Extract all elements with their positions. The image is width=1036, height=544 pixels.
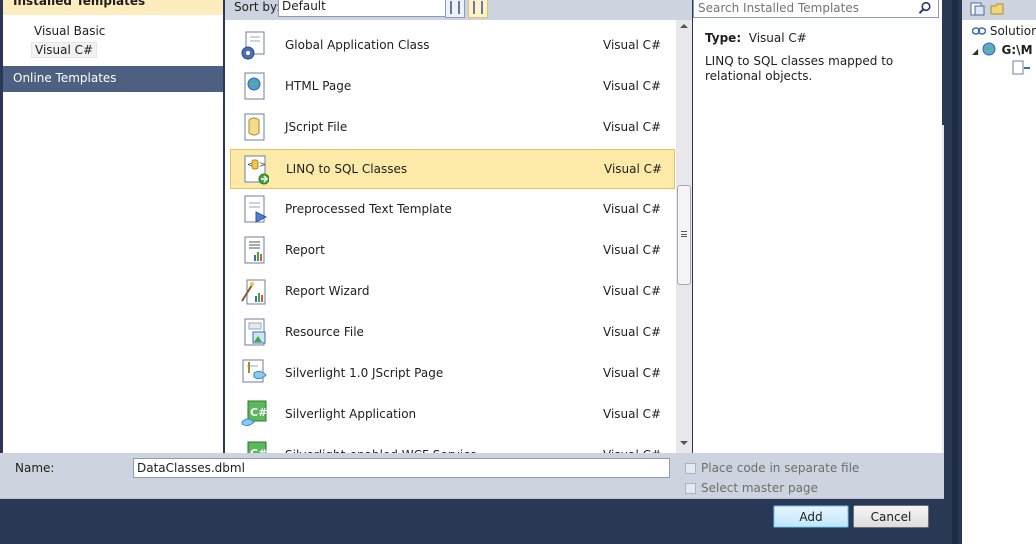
- template-language: Visual C#: [603, 202, 662, 216]
- bottom-area: Name: Place code in separate file Select…: [0, 453, 944, 544]
- tree-item-visual-csharp[interactable]: Visual C#: [31, 42, 98, 58]
- template-name: Report Wizard: [285, 284, 370, 298]
- tree-item-visual-basic[interactable]: Visual Basic: [31, 24, 108, 38]
- template-row[interactable]: Silverlight 1.0 JScript Page Visual C#: [230, 354, 675, 394]
- online-templates-label: Online Templates: [13, 71, 117, 85]
- template-list-panel: Sort by: Default Global Application Clas…: [225, 0, 692, 453]
- template-row[interactable]: Global Application Class Visual C#: [230, 26, 675, 66]
- template-row[interactable]: JScript File Visual C#: [230, 108, 675, 148]
- template-list: Global Application Class Visual C# HTML Pa…: [225, 20, 675, 453]
- search-icon[interactable]: [918, 1, 932, 15]
- svg-text:C#: C#: [250, 406, 267, 419]
- template-language: Visual C#: [603, 407, 662, 421]
- solution-icon: [971, 27, 987, 35]
- template-language: Visual C#: [603, 38, 662, 52]
- add-new-item-dialog: Installed Templates Visual Basic Visual …: [0, 0, 944, 544]
- select-master-label: Select master page: [701, 481, 818, 495]
- resource-file-icon: [244, 318, 266, 346]
- template-row[interactable]: HTML Page Visual C#: [230, 67, 675, 107]
- silverlight-wcf-icon: C#: [247, 441, 267, 453]
- template-language: Visual C#: [604, 162, 663, 176]
- splitter-bar: [952, 0, 958, 544]
- solution-explorer-panel: Solution ◢ G:\M: [962, 0, 1036, 544]
- template-name: Preprocessed Text Template: [285, 202, 452, 216]
- sort-by-label: Sort by:: [234, 0, 281, 14]
- template-row[interactable]: < > LINQ to SQL Classes Visual C#: [230, 149, 675, 189]
- search-box[interactable]: [693, 0, 939, 18]
- template-type-line: Type: Visual C#: [705, 31, 807, 45]
- details-view-button[interactable]: [468, 0, 488, 18]
- dialog-footer: Add Cancel: [0, 499, 944, 544]
- template-row[interactable]: C# Silverlight Application Visual C#: [230, 395, 675, 435]
- template-name: Report: [285, 243, 325, 257]
- scroll-down-arrow-icon[interactable]: [680, 441, 688, 445]
- template-row[interactable]: Report Wizard Visual C#: [230, 272, 675, 312]
- template-details-panel: Type: Visual C# LINQ to SQL classes mapp…: [693, 0, 942, 453]
- project-label: G:\M: [1001, 43, 1033, 57]
- name-input[interactable]: [133, 458, 670, 478]
- name-label: Name:: [15, 461, 55, 475]
- template-description: LINQ to SQL classes mapped to relational…: [705, 54, 894, 83]
- list-view-icon: [450, 1, 460, 14]
- template-language: Visual C#: [603, 243, 662, 257]
- type-label: Type:: [705, 31, 742, 45]
- installed-templates-header[interactable]: Installed Templates: [3, 0, 223, 15]
- solution-explorer-toolbar: [962, 0, 1036, 20]
- silverlight-jscript-icon: [242, 359, 267, 383]
- show-all-files-icon[interactable]: [990, 2, 1005, 16]
- online-templates-header[interactable]: Online Templates: [3, 66, 223, 92]
- expand-arrow-icon[interactable]: ◢: [972, 47, 978, 56]
- place-code-label: Place code in separate file: [701, 461, 860, 475]
- linq-sql-icon: < >: [244, 155, 269, 185]
- sort-by-select[interactable]: Default: [278, 0, 464, 17]
- template-categories-panel: Installed Templates Visual Basic Visual …: [3, 0, 223, 453]
- global-app-icon: [241, 31, 265, 60]
- details-view-icon: [473, 1, 483, 14]
- report-icon: [244, 236, 265, 264]
- sort-bar: Sort by: Default: [225, 0, 692, 20]
- text-template-icon: [244, 195, 268, 223]
- template-row[interactable]: C#Silverlight-enabled WCF ServiceVisual …: [230, 436, 675, 453]
- file-node-icon[interactable]: [1012, 60, 1032, 76]
- select-master-checkbox[interactable]: [685, 483, 696, 494]
- jscript-icon: [244, 113, 265, 141]
- template-name: Silverlight Application: [285, 407, 417, 421]
- solution-node[interactable]: Solution: [971, 24, 1036, 38]
- place-code-checkbox[interactable]: [685, 463, 696, 474]
- list-view-button[interactable]: [445, 0, 465, 18]
- website-project-icon: [982, 42, 996, 56]
- template-language: Visual C#: [603, 366, 662, 380]
- template-name: Silverlight 1.0 JScript Page: [285, 366, 444, 380]
- scroll-up-arrow-icon[interactable]: [680, 24, 688, 28]
- report-wizard-icon: [241, 279, 266, 305]
- solution-label: Solution: [989, 24, 1036, 38]
- add-button[interactable]: Add: [773, 505, 849, 528]
- template-name: Global Application Class: [285, 38, 430, 52]
- silverlight-app-icon: C#: [241, 400, 267, 427]
- window-splitter[interactable]: [944, 0, 962, 544]
- sort-by-value: Default: [282, 0, 326, 13]
- template-row[interactable]: Resource File Visual C#: [230, 313, 675, 353]
- template-row[interactable]: Preprocessed Text Template Visual C#: [230, 190, 675, 230]
- template-name: LINQ to SQL Classes: [286, 162, 408, 176]
- installed-templates-label: Installed Templates: [13, 0, 146, 8]
- project-node[interactable]: ◢ G:\M: [972, 42, 1033, 57]
- svg-text:>: >: [259, 160, 266, 169]
- html-page-icon: [244, 72, 265, 100]
- type-value: Visual C#: [748, 31, 807, 45]
- template-row[interactable]: Report Visual C#: [230, 231, 675, 271]
- template-name: HTML Page: [285, 79, 352, 93]
- template-list-scrollbar[interactable]: [676, 20, 692, 453]
- template-name: JScript File: [285, 120, 348, 134]
- grip-icon: [681, 231, 687, 237]
- template-name: Resource File: [285, 325, 364, 339]
- cancel-button[interactable]: Cancel: [853, 505, 929, 528]
- template-language: Visual C#: [603, 120, 662, 134]
- properties-icon[interactable]: [970, 2, 985, 16]
- template-language: Visual C#: [603, 325, 662, 339]
- scrollbar-thumb[interactable]: [677, 185, 691, 285]
- template-language: Visual C#: [603, 284, 662, 298]
- search-input[interactable]: [698, 0, 913, 16]
- template-language: Visual C#: [603, 79, 662, 93]
